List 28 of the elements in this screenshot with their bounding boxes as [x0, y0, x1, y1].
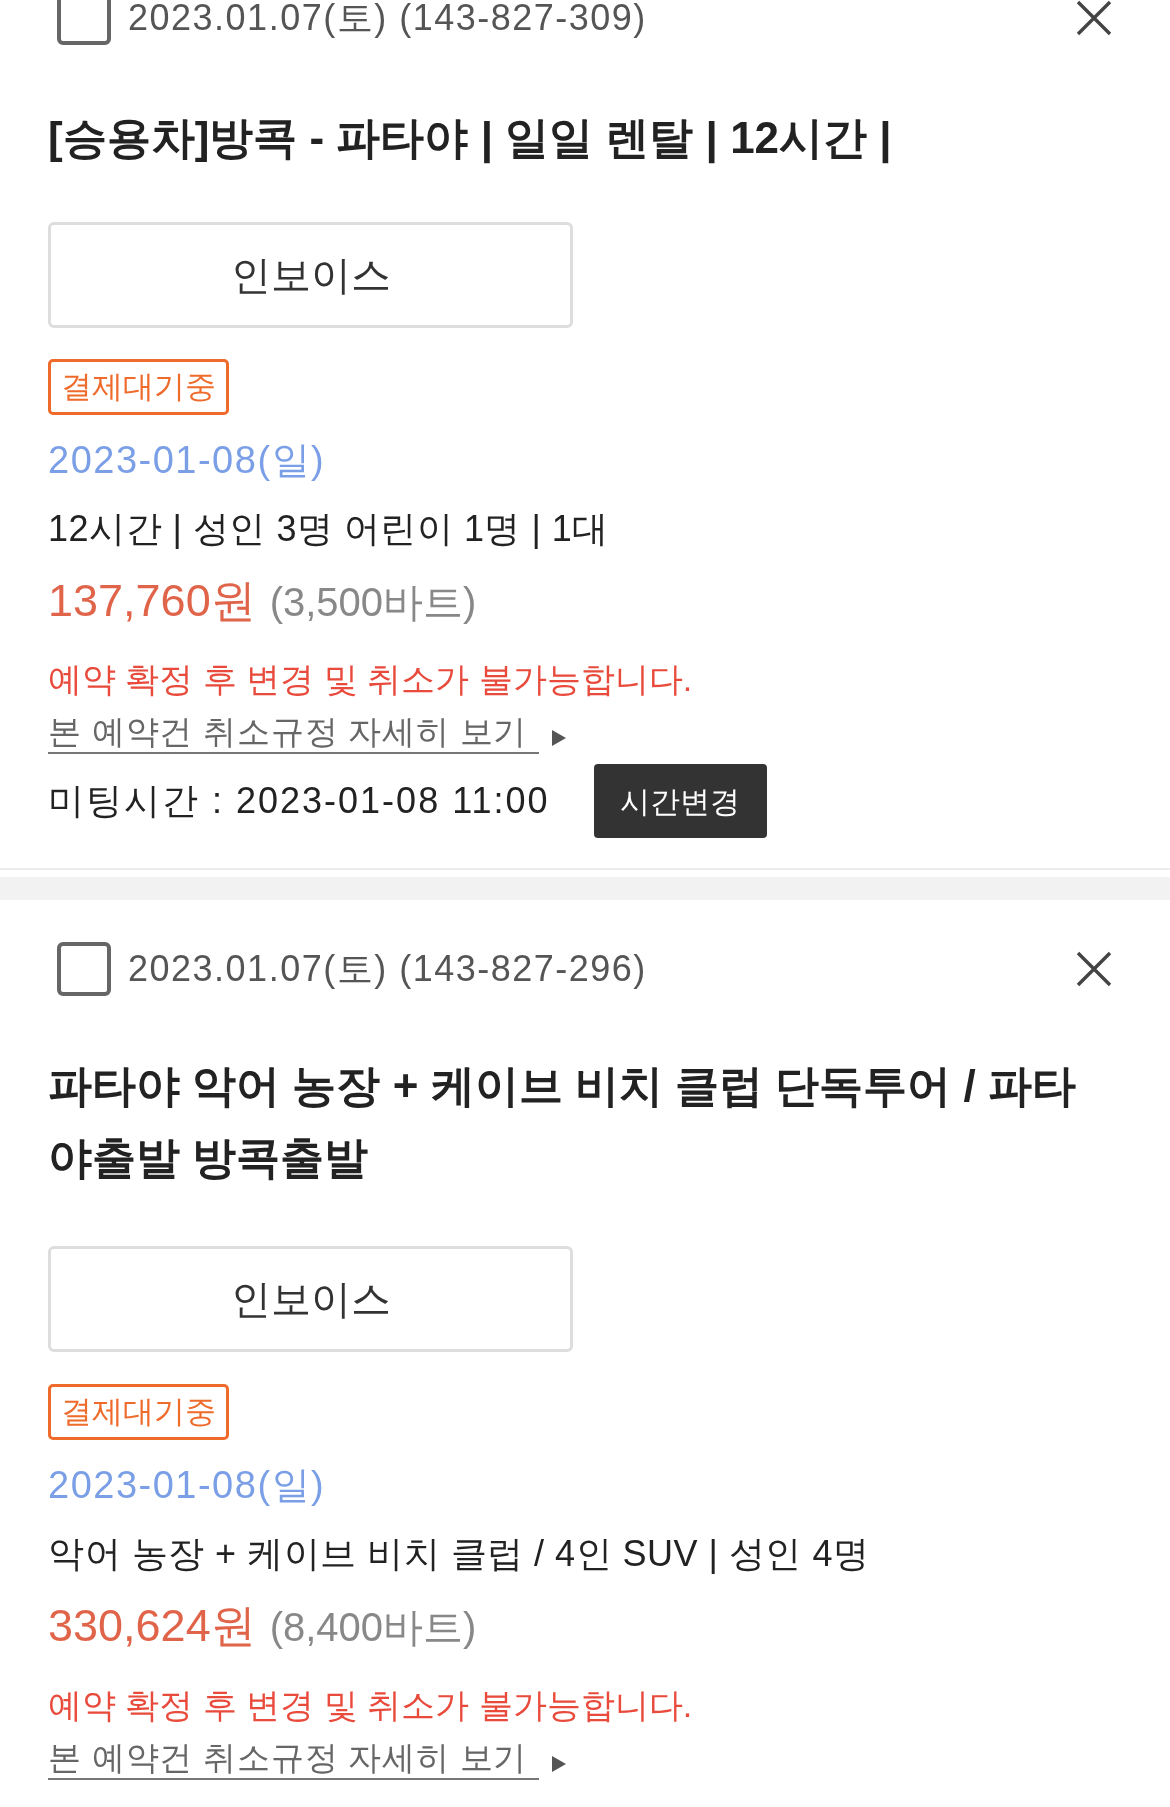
cancellation-notice: 예약 확정 후 변경 및 취소가 불가능합니다.: [48, 1685, 693, 1726]
travel-date: 2023-01-08(일): [48, 438, 326, 483]
cancellation-notice: 예약 확정 후 변경 및 취소가 불가능합니다.: [48, 659, 693, 700]
checkbox[interactable]: [57, 942, 111, 996]
cancellation-policy-link[interactable]: 본 예약건 취소규정 자세히 보기: [48, 1738, 540, 1780]
status-badge: 결제대기중: [48, 1384, 229, 1440]
product-title: [승용차]방콕 - 파타야 | 일일 렌탈 | 12시간 |: [48, 112, 893, 166]
price-won: 137,760원: [48, 574, 256, 628]
price-baht: (3,500바트): [269, 579, 477, 626]
price-won: 330,624원: [48, 1599, 256, 1653]
caret-right-icon[interactable]: [552, 1756, 567, 1772]
meeting-time: 미팅시간 : 2023-01-08 11:00: [48, 779, 550, 823]
booking-date-number: 2023.01.07(토) (143-827-309): [128, 0, 647, 40]
checkbox[interactable]: [57, 0, 111, 45]
price-baht: (8,400바트): [269, 1604, 477, 1651]
product-title: 파타야 악어 농장 + 케이브 비치 클럽 단독투어 / 파타야출발 방콕출발: [48, 1060, 1077, 1184]
close-icon[interactable]: [1076, 951, 1112, 987]
cancellation-policy-link[interactable]: 본 예약건 취소규정 자세히 보기: [48, 712, 540, 754]
change-time-button[interactable]: 시간변경: [593, 764, 767, 838]
booking-date-number: 2023.01.07(토) (143-827-296): [128, 947, 647, 991]
close-icon[interactable]: [1076, 0, 1112, 36]
booking-details: 12시간 | 성인 3명 어린이 1명 | 1대: [48, 507, 609, 551]
invoice-button[interactable]: 인보이스: [48, 1246, 573, 1352]
booking-details: 악어 농장 + 케이브 비치 클럽 / 4인 SUV | 성인 4명: [48, 1532, 870, 1576]
caret-right-icon[interactable]: [552, 730, 567, 746]
travel-date: 2023-01-08(일): [48, 1463, 326, 1508]
status-badge: 결제대기중: [48, 359, 229, 415]
invoice-button[interactable]: 인보이스: [48, 222, 573, 328]
